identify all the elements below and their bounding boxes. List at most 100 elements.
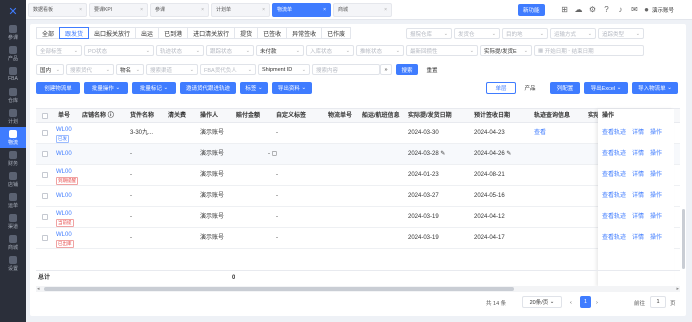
status-tab-all[interactable]: 全部 xyxy=(36,27,61,39)
close-icon[interactable]: × xyxy=(262,7,265,13)
prev-page-icon[interactable]: ‹ xyxy=(570,297,572,308)
select-all-checkbox[interactable] xyxy=(42,113,48,119)
view-track-link[interactable]: 查看轨迹 xyxy=(602,193,626,199)
username[interactable]: 演示账号 xyxy=(652,6,674,14)
row-checkbox[interactable] xyxy=(42,130,48,136)
close-icon[interactable]: × xyxy=(323,7,326,13)
grid-icon[interactable]: ⊞ xyxy=(560,5,569,14)
goto-page-input[interactable]: 1 xyxy=(650,296,666,308)
sidebar-item-4[interactable]: 仓库 xyxy=(0,85,26,106)
order-link[interactable]: WL00 已发 xyxy=(56,127,72,143)
sidebar-item-5[interactable]: 计划 xyxy=(0,106,26,127)
edit-icon[interactable]: ✎ xyxy=(506,151,511,157)
reset-button[interactable]: 重置 xyxy=(422,64,442,75)
view-product-toggle[interactable]: 产品 xyxy=(516,82,544,94)
tracking-link[interactable]: 查看 xyxy=(534,123,546,144)
status-tab-import[interactable]: 进口清关放行 xyxy=(187,27,236,39)
filter-track-status[interactable]: 轨迹状态 ⌄ xyxy=(156,45,204,56)
order-link[interactable]: WL00 到期提醒 xyxy=(56,169,78,185)
table-row[interactable]: WL00 已出库 - 演示账号 - 2024-03-19 2024-04-17 xyxy=(36,228,680,249)
date-type-select[interactable]: 实际提/发货E ⌄ xyxy=(480,45,532,56)
row-checkbox[interactable] xyxy=(42,172,48,178)
filter-origin[interactable]: 发货仓 ⌄ xyxy=(454,28,500,39)
sidebar-item-7[interactable]: 财务 xyxy=(0,148,26,169)
export-excel-button[interactable]: 导出Excel ⌄ xyxy=(584,82,628,94)
row-checkbox[interactable] xyxy=(42,235,48,241)
filter-channel[interactable]: 搜索渠道 ⌄ xyxy=(146,64,198,75)
sidebar-item-8[interactable]: 店铺 xyxy=(0,169,26,190)
status-tab-export[interactable]: 出口报关放行 xyxy=(88,27,137,39)
edit-icon[interactable]: ✎ xyxy=(440,151,445,157)
close-icon[interactable]: × xyxy=(140,7,143,13)
view-track-link[interactable]: 查看轨迹 xyxy=(602,130,626,136)
view-track-link[interactable]: 查看轨迹 xyxy=(602,151,626,157)
close-icon[interactable]: × xyxy=(384,7,387,13)
view-track-link[interactable]: 查看轨迹 xyxy=(602,235,626,241)
operate-link[interactable]: 操作 xyxy=(650,151,662,157)
filter-region[interactable]: 国内 ⌄ xyxy=(36,64,64,75)
filter-follow-status[interactable]: 跟踪状态 ⌄ xyxy=(206,45,254,56)
filter-tracking-type[interactable]: 追踪类型 ⌄ xyxy=(598,28,644,39)
tab-course[interactable]: 参课 × xyxy=(150,2,209,17)
table-row[interactable]: WL00 到期提醒 - 演示账号 - 2024-01-23 2024-08-21 xyxy=(36,165,680,186)
close-icon[interactable]: × xyxy=(201,7,204,13)
status-tab-signed[interactable]: 已签收 xyxy=(257,27,288,39)
view-single-toggle[interactable]: 单层 xyxy=(486,82,516,94)
page-number-current[interactable]: 1 xyxy=(580,296,591,308)
date-range[interactable]: ▦ 开始日期 - 结束日期 xyxy=(534,45,644,56)
filter-transport[interactable]: 运输方式 ⌄ xyxy=(550,28,596,39)
sidebar-item-logistics[interactable]: 物流 xyxy=(0,127,26,148)
tag-button[interactable]: 标签 ⌄ xyxy=(240,82,268,94)
view-track-link[interactable]: 查看轨迹 xyxy=(602,172,626,178)
sidebar-item-2[interactable]: 产品 xyxy=(0,43,26,64)
table-row[interactable]: WL00 - 演示账号 - ▢ 2024-03-28 ✎ 2024-04-26 … xyxy=(36,144,680,165)
tab-dashboard[interactable]: 数据看板 × xyxy=(28,2,87,17)
batch-mark-button[interactable]: 批量标记 ⌄ xyxy=(132,82,176,94)
tab-logistics[interactable]: 物流单 × xyxy=(272,2,331,17)
status-tab-pickup[interactable]: 提货 xyxy=(234,27,259,39)
import-shipment-button[interactable]: 导入物流单 ⌄ xyxy=(632,82,678,94)
search-button[interactable]: 搜索 xyxy=(396,64,418,75)
operate-link[interactable]: 操作 xyxy=(650,235,662,241)
gear-icon[interactable]: ⚙ xyxy=(588,5,597,14)
sidebar-item-10[interactable]: 渠道 xyxy=(0,211,26,232)
operate-link[interactable]: 操作 xyxy=(650,130,662,136)
filter-name-type[interactable]: 物名 ⌄ xyxy=(116,64,144,75)
filter-forwarder[interactable]: 搜索货代 ⌄ xyxy=(66,64,114,75)
next-page-icon[interactable]: › xyxy=(596,297,598,308)
operate-link[interactable]: 操作 xyxy=(650,172,662,178)
row-checkbox[interactable] xyxy=(42,151,48,157)
row-checkbox[interactable] xyxy=(42,214,48,220)
order-link[interactable]: WL00 当前提 xyxy=(56,211,74,227)
mail-icon[interactable]: ✉ xyxy=(630,5,639,14)
operate-link[interactable]: 操作 xyxy=(650,193,662,199)
batch-operate-button[interactable]: 批量操作 ⌄ xyxy=(84,82,128,94)
scroll-left-icon[interactable]: ◂ xyxy=(37,286,40,292)
order-link[interactable]: WL00 已出库 xyxy=(56,232,74,248)
sidebar-item-3[interactable]: FBA xyxy=(0,64,26,85)
sidebar-item-11[interactable]: 商城 xyxy=(0,232,26,253)
filter-latest[interactable]: 最新回攒性 ⌄ xyxy=(406,45,478,56)
filter-tags[interactable]: 全部标签 ⌄ xyxy=(36,45,82,56)
horizontal-scrollbar[interactable]: ◂ ▸ xyxy=(36,286,680,292)
new-function-button[interactable]: 新功能 xyxy=(518,4,545,16)
search-type-select[interactable]: Shipment ID ⌄ xyxy=(258,64,310,75)
table-row[interactable]: WL00 当前提 - 演示账号 - 2024-03-19 2024-04-12 xyxy=(36,207,680,228)
filter-destination[interactable]: 目的地 ⌄ xyxy=(502,28,548,39)
avatar-icon[interactable]: ● xyxy=(642,5,651,14)
detail-link[interactable]: 详情 xyxy=(632,130,644,136)
bell-icon[interactable]: ♪ xyxy=(616,5,625,14)
order-link[interactable]: WL00 xyxy=(56,193,72,200)
tab-kpi[interactable]: 要课KPI × xyxy=(89,2,148,17)
status-tab-void[interactable]: 已作废 xyxy=(321,27,352,39)
status-tab-arrived[interactable]: 已到港 xyxy=(158,27,189,39)
status-tab-shipping[interactable]: 跟发货 xyxy=(59,27,90,39)
filter-inbound[interactable]: 入库状态 ⌄ xyxy=(306,45,354,56)
sidebar-item-12[interactable]: 设置 xyxy=(0,253,26,274)
close-icon[interactable]: × xyxy=(79,7,82,13)
view-track-link[interactable]: 查看轨迹 xyxy=(602,214,626,220)
app-logo-icon[interactable]: ✕ xyxy=(0,0,26,22)
status-tab-dispatch[interactable]: 出运 xyxy=(135,27,160,39)
detail-link[interactable]: 详情 xyxy=(632,172,644,178)
scroll-thumb[interactable] xyxy=(44,287,514,291)
